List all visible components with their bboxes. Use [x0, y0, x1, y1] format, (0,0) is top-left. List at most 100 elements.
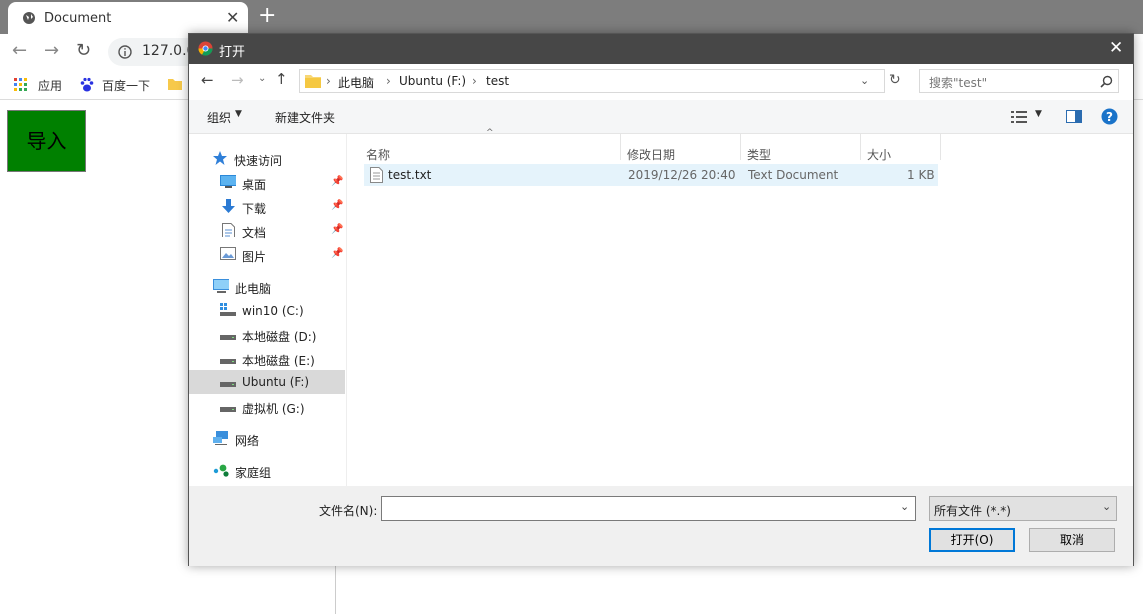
filter-dropdown-icon: ⌄ — [1102, 500, 1112, 513]
filter-value: 所有文件 (*.*) — [934, 504, 1011, 518]
homegroup-icon — [213, 464, 229, 477]
text-file-icon — [370, 167, 383, 183]
column-modified[interactable]: 修改日期 — [627, 146, 675, 163]
nav-label: 此电脑 — [235, 282, 272, 296]
computer-icon — [213, 279, 229, 293]
file-modified: 2019/12/26 20:40 — [628, 168, 736, 182]
tab-title: Document — [44, 11, 112, 26]
file-name: test.txt — [388, 168, 432, 182]
drive-icon — [220, 335, 236, 340]
globe-icon — [23, 12, 35, 24]
search-placeholder: 搜索"test" — [929, 76, 988, 90]
document-icon — [222, 223, 235, 237]
refresh-icon[interactable]: ↻ — [889, 72, 901, 88]
address-dropdown-icon[interactable]: ⌄ — [860, 74, 869, 87]
breadcrumb-separator-icon: › — [386, 74, 391, 88]
dialog-titlebar: 打开 ✕ — [189, 34, 1133, 64]
view-options-icon[interactable] — [1011, 111, 1027, 123]
drive-icon — [220, 407, 236, 412]
info-icon — [118, 45, 132, 59]
breadcrumb-drive[interactable]: Ubuntu (F:) — [399, 74, 466, 88]
nav-label: 本地磁盘 (D:) — [242, 330, 317, 344]
nav-label: 图片 — [242, 250, 267, 264]
table-row[interactable]: test.txt 2019/12/26 20:40 Text Document … — [364, 164, 938, 186]
dialog-close-icon[interactable]: ✕ — [1109, 38, 1123, 58]
star-icon — [213, 151, 227, 165]
sort-ascending-icon: ^ — [486, 128, 494, 138]
folder-icon — [305, 75, 321, 88]
breadcrumb-this-pc[interactable]: 此电脑 — [338, 74, 374, 91]
back-arrow-icon[interactable]: ← — [201, 71, 214, 89]
new-folder-button[interactable]: 新建文件夹 — [275, 109, 335, 126]
svg-text:?: ? — [1106, 110, 1113, 124]
address-row: ← → ⌄ ↑ › 此电脑 › Ubuntu (F:) › test ⌄ ↻ 搜… — [189, 64, 1133, 100]
view-chevron-icon[interactable]: ▼ — [1035, 109, 1042, 119]
nav-label: 桌面 — [242, 178, 267, 192]
new-tab-icon[interactable]: + — [258, 3, 276, 28]
nav-pictures[interactable]: 图片 📌 — [220, 244, 344, 266]
folder-icon — [168, 79, 182, 90]
browser-tab[interactable]: Document ✕ — [8, 2, 248, 34]
nav-label: 虚拟机 (G:) — [242, 402, 305, 416]
breadcrumb[interactable]: › 此电脑 › Ubuntu (F:) › test ⌄ — [299, 69, 885, 93]
apps-grid-icon — [14, 78, 27, 91]
up-arrow-icon[interactable]: ↑ — [275, 70, 288, 88]
file-size: 1 KB — [907, 168, 935, 182]
nav-label: win10 (C:) — [242, 304, 304, 318]
preview-pane-icon[interactable] — [1066, 110, 1082, 123]
breadcrumb-separator-icon: › — [326, 74, 331, 88]
reload-icon[interactable]: ↻ — [76, 40, 91, 61]
pin-icon: 📌 — [331, 248, 344, 259]
nav-drive-f[interactable]: Ubuntu (F:) — [189, 370, 345, 394]
nav-desktop[interactable]: 桌面 📌 — [220, 172, 344, 194]
breadcrumb-test[interactable]: test — [486, 74, 509, 88]
tab-close-icon[interactable]: ✕ — [226, 8, 239, 27]
nav-drive-d[interactable]: 本地磁盘 (D:) — [220, 324, 344, 346]
windows-drive-icon — [220, 303, 236, 316]
network-icon — [213, 431, 228, 445]
open-file-dialog: 打开 ✕ ← → ⌄ ↑ › 此电脑 › Ubuntu (F:) › test … — [188, 33, 1134, 566]
filename-input[interactable]: ⌄ — [381, 496, 916, 521]
chrome-icon — [198, 41, 213, 56]
dialog-footer: 文件名(N): ⌄ 所有文件 (*.*) ⌄ 打开(O) 取消 — [189, 486, 1133, 566]
file-type-filter[interactable]: 所有文件 (*.*) ⌄ — [929, 496, 1117, 521]
search-input[interactable]: 搜索"test" — [919, 69, 1119, 93]
filename-label: 文件名(N): — [319, 504, 378, 518]
nav-homegroup[interactable]: 家庭组 — [213, 460, 343, 482]
back-icon[interactable]: ← — [12, 40, 27, 61]
desktop-icon — [220, 175, 236, 188]
nav-documents[interactable]: 文档 📌 — [220, 220, 344, 242]
file-type: Text Document — [748, 168, 839, 182]
cancel-button[interactable]: 取消 — [1029, 528, 1115, 552]
nav-network[interactable]: 网络 — [213, 428, 343, 450]
nav-label: 本地磁盘 (E:) — [242, 354, 315, 368]
nav-drive-c[interactable]: win10 (C:) — [220, 300, 344, 322]
bookmark-apps[interactable]: 应用 — [38, 77, 62, 94]
forward-icon[interactable]: → — [44, 40, 59, 61]
nav-quick-access[interactable]: 快速访问 — [213, 148, 343, 170]
column-name[interactable]: 名称 — [366, 146, 390, 163]
organize-button[interactable]: 组织 — [207, 109, 231, 126]
nav-label: Ubuntu (F:) — [242, 375, 310, 389]
nav-drive-g[interactable]: 虚拟机 (G:) — [220, 396, 344, 418]
filename-dropdown-icon[interactable]: ⌄ — [900, 500, 909, 513]
pin-icon: 📌 — [331, 176, 344, 187]
nav-downloads[interactable]: 下载 📌 — [220, 196, 344, 218]
column-size[interactable]: 大小 — [867, 146, 891, 163]
nav-label: 文档 — [242, 226, 267, 240]
search-icon — [1100, 75, 1113, 88]
nav-label: 下载 — [242, 202, 267, 216]
forward-arrow-icon[interactable]: → — [231, 71, 244, 89]
nav-drive-e[interactable]: 本地磁盘 (E:) — [220, 348, 344, 370]
open-button[interactable]: 打开(O) — [929, 528, 1015, 552]
tab-strip: Document ✕ + — [0, 0, 1143, 34]
help-icon[interactable]: ? — [1101, 108, 1118, 125]
nav-this-pc[interactable]: 此电脑 — [213, 276, 343, 298]
recent-locations-chevron-icon[interactable]: ⌄ — [258, 73, 266, 84]
pin-icon: 📌 — [331, 200, 344, 211]
pictures-icon — [220, 247, 236, 260]
import-button[interactable]: 导入 — [7, 110, 86, 172]
nav-label: 网络 — [235, 434, 260, 448]
column-type[interactable]: 类型 — [747, 146, 771, 163]
bookmark-baidu[interactable]: 百度一下 — [102, 77, 150, 94]
